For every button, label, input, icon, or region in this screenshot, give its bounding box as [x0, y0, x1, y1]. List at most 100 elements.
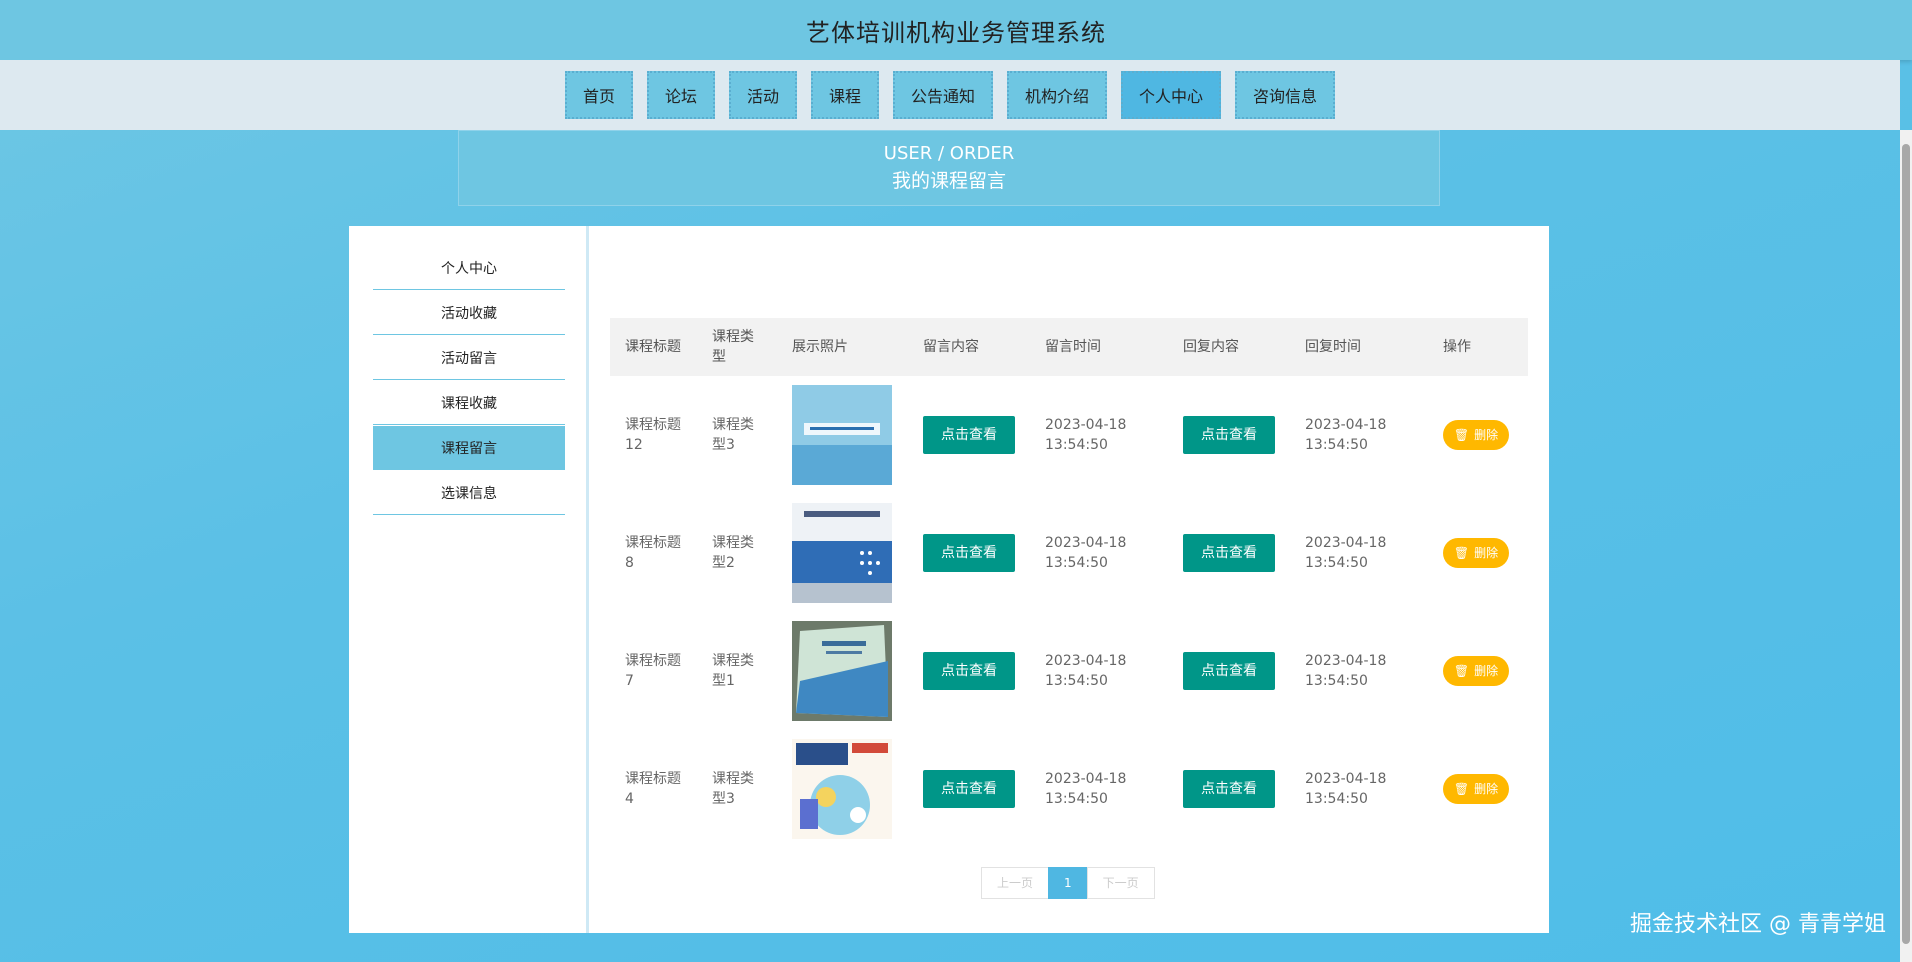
- row-title: 课程标题12: [625, 417, 681, 453]
- view-message-button[interactable]: 点击查看: [923, 416, 1015, 454]
- row-reply-cell: 点击查看: [1168, 612, 1290, 730]
- row-reply-time: 2023-04-18 13:54:50: [1305, 417, 1387, 453]
- row-title: 课程标题4: [625, 771, 681, 807]
- trash-icon: 🗑: [1453, 664, 1470, 678]
- sidebar: 个人中心 活动收藏 活动留言 课程收藏 课程留言 选课信息: [349, 226, 589, 933]
- view-reply-button[interactable]: 点击查看: [1183, 416, 1275, 454]
- page-scrollbar[interactable]: [1900, 130, 1912, 962]
- sidebar-item-activity-favorites[interactable]: 活动收藏: [373, 291, 565, 335]
- sidebar-item-course-favorites[interactable]: 课程收藏: [373, 381, 565, 425]
- row-message-time: 2023-04-18 13:54:50: [1045, 417, 1127, 453]
- row-reply-time: 2023-04-18 13:54:50: [1305, 771, 1387, 807]
- book-cover-network-basics-icon[interactable]: [792, 385, 892, 485]
- row-actions-cell: 🗑 删除: [1428, 494, 1528, 612]
- row-message-time: 2023-04-18 13:54:50: [1045, 771, 1127, 807]
- nav-activity[interactable]: 活动: [728, 71, 797, 119]
- table-row: 课程标题4 课程类型3 点击查看 2023-04-18 13:54:50 点击查…: [610, 730, 1528, 848]
- table-row: 课程标题7 课程类型1 点击查看 2023-04-18 13:54:50 点击查…: [610, 612, 1528, 730]
- col-header-reply-time: 回复时间: [1305, 339, 1361, 355]
- nav-course[interactable]: 课程: [810, 71, 879, 119]
- view-reply-button[interactable]: 点击查看: [1183, 770, 1275, 808]
- breadcrumb: USER / ORDER 我的课程留言: [458, 130, 1440, 206]
- delete-label: 删除: [1474, 664, 1499, 678]
- nav-forum[interactable]: 论坛: [646, 71, 715, 119]
- row-message-time: 2023-04-18 13:54:50: [1045, 535, 1127, 571]
- row-reply-cell: 点击查看: [1168, 376, 1290, 494]
- col-header-title: 课程标题: [625, 339, 681, 355]
- row-reply-time: 2023-04-18 13:54:50: [1305, 653, 1387, 689]
- nav-about[interactable]: 机构介绍: [1007, 71, 1108, 119]
- view-message-button[interactable]: 点击查看: [923, 652, 1015, 690]
- trash-icon: 🗑: [1453, 546, 1470, 560]
- sidebar-item-personal-center[interactable]: 个人中心: [373, 246, 565, 290]
- prev-page-button[interactable]: 上一页: [981, 867, 1050, 899]
- row-type: 课程类型3: [712, 417, 754, 453]
- delete-label: 删除: [1474, 546, 1499, 560]
- view-message-button[interactable]: 点击查看: [923, 534, 1015, 572]
- delete-label: 删除: [1474, 782, 1499, 796]
- message-table: 课程标题 课程类型 展示照片 留言内容 留言时间 回复内容 回复时间 操作 课程…: [610, 318, 1528, 848]
- pagination: 上一页 1 下一页: [981, 867, 1155, 899]
- row-type: 课程类型1: [712, 653, 754, 689]
- app-title: 艺体培训机构业务管理系统: [806, 18, 1106, 47]
- main-nav: 首页 论坛 活动 课程 公告通知 机构介绍 个人中心 咨询信息: [0, 60, 1900, 130]
- sidebar-item-course-messages[interactable]: 课程留言: [373, 426, 565, 470]
- row-reply-cell: 点击查看: [1168, 730, 1290, 848]
- footer-credit: 掘金技术社区 @ 青青学姐: [1630, 912, 1886, 937]
- page-1-button[interactable]: 1: [1048, 867, 1088, 899]
- delete-button[interactable]: 🗑 删除: [1443, 538, 1509, 568]
- view-reply-button[interactable]: 点击查看: [1183, 534, 1275, 572]
- row-actions-cell: 🗑 删除: [1428, 730, 1528, 848]
- next-page-button[interactable]: 下一页: [1086, 867, 1155, 899]
- row-type: 课程类型2: [712, 535, 754, 571]
- nav-consult[interactable]: 咨询信息: [1235, 71, 1336, 119]
- message-table-wrap: 课程标题 课程类型 展示照片 留言内容 留言时间 回复内容 回复时间 操作 课程…: [610, 318, 1528, 848]
- row-reply-cell: 点击查看: [1168, 494, 1290, 612]
- row-photo-cell: [777, 494, 908, 612]
- scrollbar-thumb[interactable]: [1902, 144, 1910, 944]
- app-header: 艺体培训机构业务管理系统: [0, 0, 1912, 60]
- row-photo-cell: [777, 376, 908, 494]
- row-view-cell: 点击查看: [908, 376, 1030, 494]
- view-message-button[interactable]: 点击查看: [923, 770, 1015, 808]
- trash-icon: 🗑: [1453, 428, 1470, 442]
- row-type: 课程类型3: [712, 771, 754, 807]
- nav-home[interactable]: 首页: [564, 71, 633, 119]
- col-header-actions: 操作: [1443, 339, 1471, 355]
- delete-button[interactable]: 🗑 删除: [1443, 774, 1509, 804]
- row-title: 课程标题7: [625, 653, 681, 689]
- row-view-cell: 点击查看: [908, 612, 1030, 730]
- col-header-type: 课程类型: [712, 329, 754, 365]
- table-row: 课程标题8 课程类型2 点击查看 2023-04-18 13:54:50 点击查…: [610, 494, 1528, 612]
- row-reply-time: 2023-04-18 13:54:50: [1305, 535, 1387, 571]
- delete-label: 删除: [1474, 428, 1499, 442]
- sidebar-item-activity-messages[interactable]: 活动留言: [373, 336, 565, 380]
- book-cover-textbook-icon[interactable]: [792, 621, 892, 721]
- breadcrumb-en: USER / ORDER: [883, 143, 1015, 164]
- delete-button[interactable]: 🗑 删除: [1443, 656, 1509, 686]
- row-view-cell: 点击查看: [908, 730, 1030, 848]
- row-message-time: 2023-04-18 13:54:50: [1045, 653, 1127, 689]
- delete-button[interactable]: 🗑 删除: [1443, 420, 1509, 450]
- content-panel: 个人中心 活动收藏 活动留言 课程收藏 课程留言 选课信息 课程标题 课程类型 …: [349, 226, 1549, 933]
- row-photo-cell: [777, 730, 908, 848]
- row-view-cell: 点击查看: [908, 494, 1030, 612]
- row-title: 课程标题8: [625, 535, 681, 571]
- col-header-photo: 展示照片: [792, 339, 848, 355]
- table-header-row: 课程标题 课程类型 展示照片 留言内容 留言时间 回复内容 回复时间 操作: [610, 318, 1528, 376]
- nav-notice[interactable]: 公告通知: [893, 71, 994, 119]
- sidebar-item-enrollment[interactable]: 选课信息: [373, 471, 565, 515]
- table-row: 课程标题12 课程类型3 点击查看 2023-04-18 13:54:50 点击…: [610, 376, 1528, 494]
- row-actions-cell: 🗑 删除: [1428, 612, 1528, 730]
- page-title: 我的课程留言: [891, 170, 1006, 192]
- row-photo-cell: [777, 612, 908, 730]
- col-header-message-time: 留言时间: [1045, 339, 1101, 355]
- trash-icon: 🗑: [1453, 782, 1470, 796]
- book-cover-math-icon[interactable]: [792, 739, 892, 839]
- book-cover-network-design-icon[interactable]: [792, 503, 892, 603]
- nav-personal-center[interactable]: 个人中心: [1121, 71, 1222, 119]
- view-reply-button[interactable]: 点击查看: [1183, 652, 1275, 690]
- col-header-message: 留言内容: [923, 339, 979, 355]
- col-header-reply: 回复内容: [1183, 339, 1239, 355]
- row-actions-cell: 🗑 删除: [1428, 376, 1528, 494]
